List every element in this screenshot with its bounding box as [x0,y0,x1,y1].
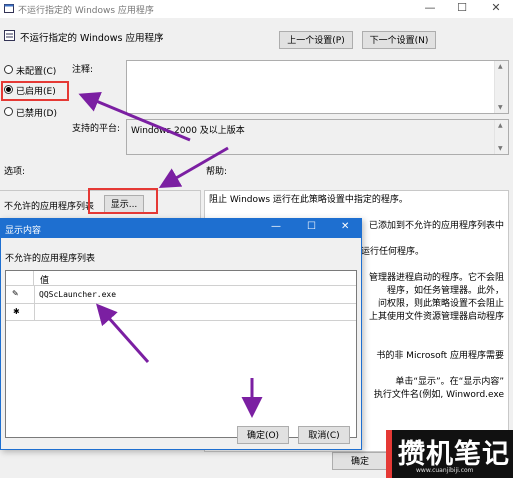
annotation-arrows [78,92,263,418]
arrow-to-entry [96,303,150,363]
watermark-text: 攒机笔记 [398,439,510,470]
watermark-url: www.cuanjibiji.com [416,467,474,474]
watermark-logo: 攒机笔记 www.cuanjibiji.com [386,430,513,478]
arrow-to-enabled [78,92,191,142]
arrow-to-show-button [158,146,229,189]
